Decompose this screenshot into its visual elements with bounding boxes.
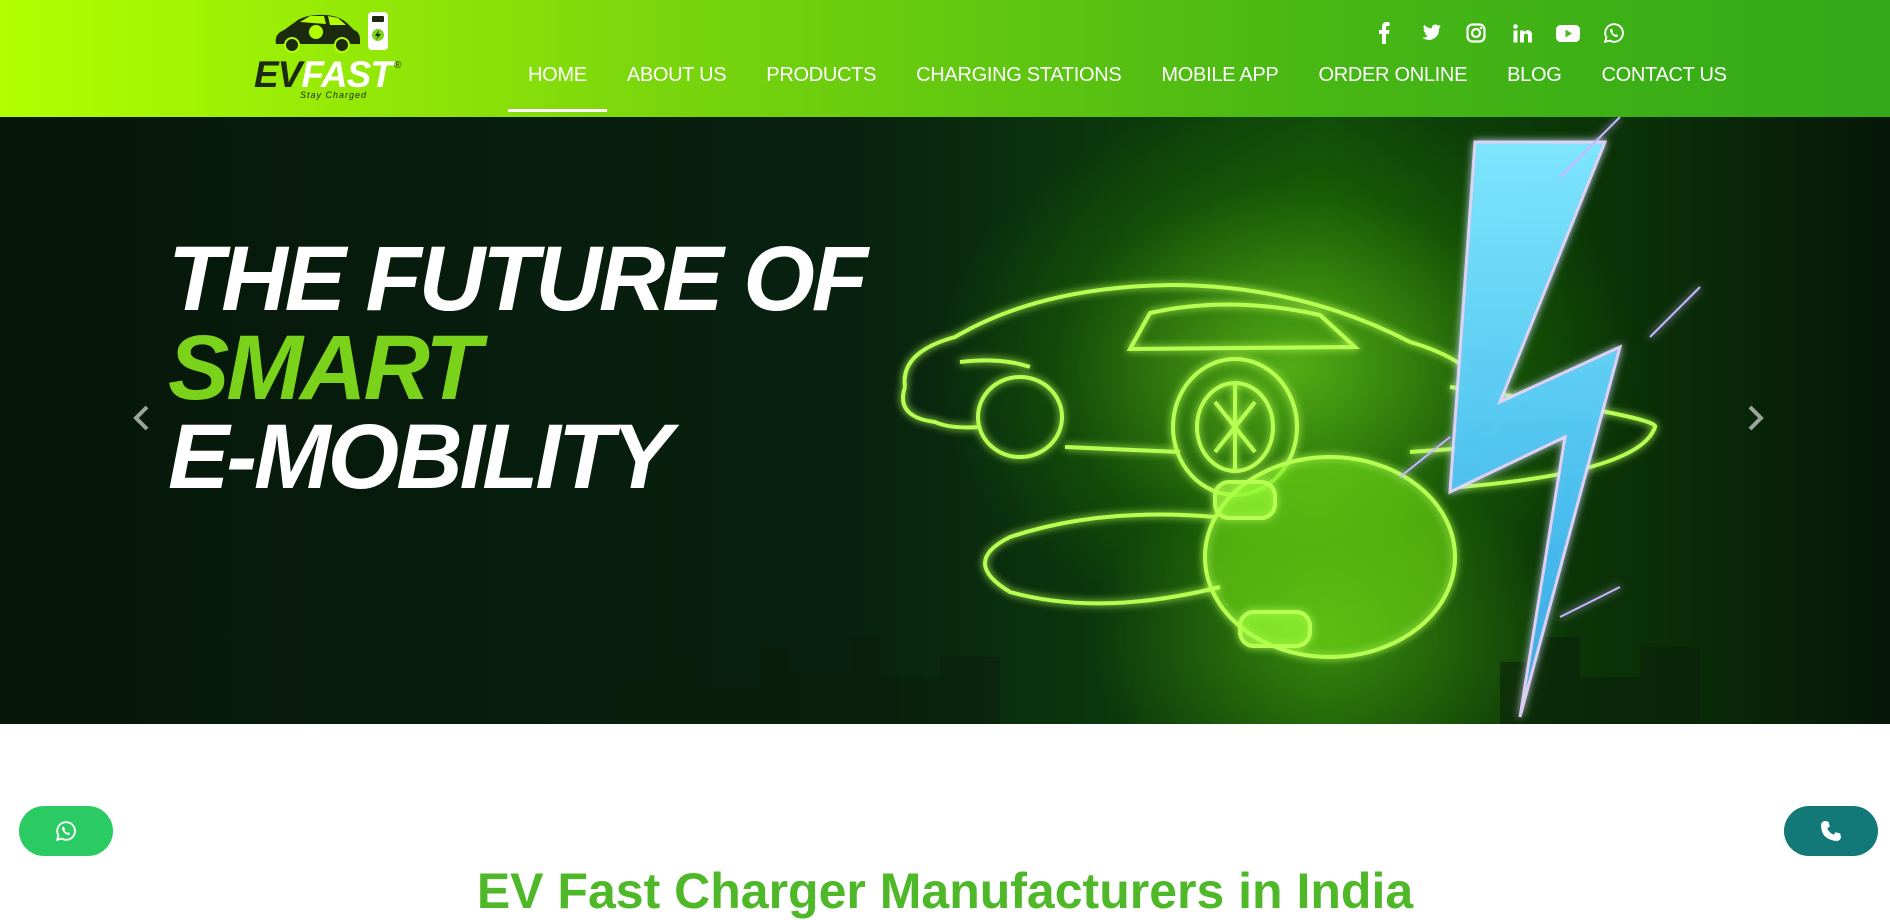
ev-car-logo-icon: [275, 12, 388, 53]
nav-charging-stations[interactable]: CHARGING STATIONS: [896, 58, 1141, 112]
whatsapp-floating-button[interactable]: [19, 806, 113, 856]
logo[interactable]: EVFAST ® Stay Charged: [252, 6, 412, 102]
slider-prev-button[interactable]: [129, 400, 153, 436]
section-title: EV Fast Charger Manufacturers in India: [476, 862, 1414, 919]
nav-order-online[interactable]: ORDER ONLINE: [1298, 58, 1487, 112]
social-links: [1372, 20, 1626, 46]
call-floating-button[interactable]: [1784, 806, 1878, 856]
whatsapp-icon[interactable]: [1602, 20, 1626, 46]
hero-line-3: E-MOBILITY: [168, 406, 673, 508]
youtube-icon[interactable]: [1556, 20, 1580, 46]
twitter-icon[interactable]: [1418, 20, 1442, 46]
hero-slider: THE FUTURE OF SMART E-MOBILITY: [0, 117, 1890, 724]
nav-blog[interactable]: BLOG: [1487, 58, 1581, 112]
phone-icon: [1821, 821, 1841, 841]
nav-mobile-app[interactable]: MOBILE APP: [1141, 58, 1298, 112]
facebook-icon[interactable]: [1372, 20, 1396, 46]
chevron-left-icon: [133, 405, 149, 431]
logo-tagline: Stay Charged: [300, 90, 368, 100]
chevron-right-icon: [1748, 405, 1764, 431]
whatsapp-icon: [56, 821, 76, 841]
logo-ev: EV: [254, 54, 302, 95]
hero-line-2: SMART: [168, 317, 481, 419]
site-header: EVFAST ® Stay Charged HOME ABOUT US PROD…: [0, 0, 1890, 117]
nav-products[interactable]: PRODUCTS: [746, 58, 896, 112]
nav-about-us[interactable]: ABOUT US: [607, 58, 746, 112]
nav-contact-us[interactable]: CONTACT US: [1582, 58, 1747, 112]
registered-mark: ®: [394, 60, 402, 71]
linkedin-icon[interactable]: [1510, 20, 1534, 46]
nav-home[interactable]: HOME: [508, 58, 607, 112]
main-nav: HOME ABOUT US PRODUCTS CHARGING STATIONS…: [508, 58, 1747, 112]
slider-next-button[interactable]: [1744, 400, 1768, 436]
hero-line-1: THE FUTURE OF: [168, 228, 868, 330]
hero-headline: THE FUTURE OF SMART E-MOBILITY: [168, 228, 868, 508]
instagram-icon[interactable]: [1464, 20, 1488, 46]
logo-wordmark: EVFAST: [254, 54, 393, 95]
logo-fast: FAST: [301, 54, 393, 95]
